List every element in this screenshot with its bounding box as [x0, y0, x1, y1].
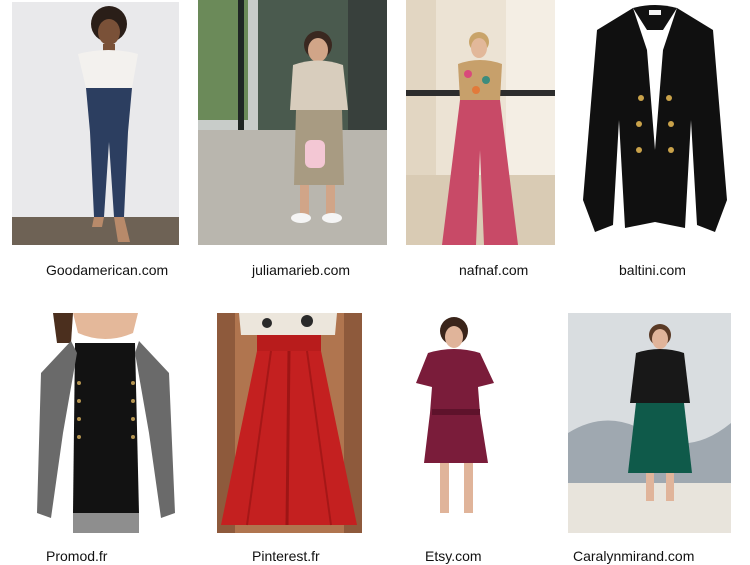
source-caption: nafnaf.com — [459, 262, 529, 278]
photo-red-midi-skirt — [217, 313, 362, 533]
photo-leather-jacket-pleated-skirt — [568, 313, 731, 533]
photo-denim-look — [12, 2, 179, 245]
photo-wrap-dress — [384, 313, 529, 533]
source-caption: Caralynmirand.com — [573, 548, 695, 564]
source-caption: Promod.fr — [46, 548, 108, 564]
photo-street-style-knit — [198, 0, 387, 245]
source-caption: Etsy.com — [425, 548, 482, 564]
photo-military-jacket — [33, 313, 180, 533]
photo-wide-leg-trousers — [406, 0, 555, 245]
source-caption: Pinterest.fr — [252, 548, 320, 564]
photo-black-blazer — [573, 0, 738, 243]
source-caption: baltini.com — [619, 262, 686, 278]
source-caption: Goodamerican.com — [46, 262, 169, 278]
source-caption: juliamarieb.com — [252, 262, 351, 278]
